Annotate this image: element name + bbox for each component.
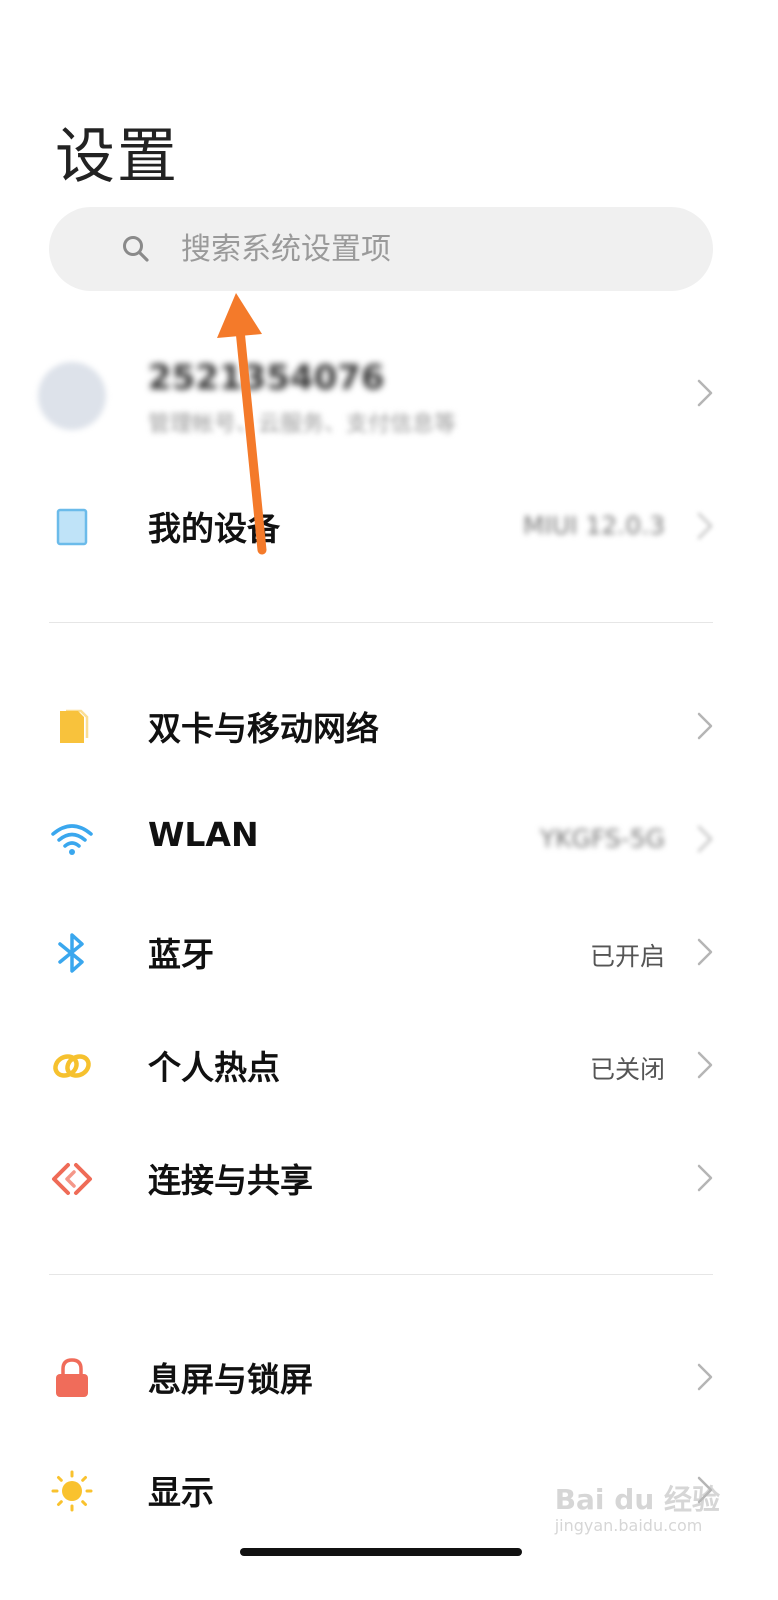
divider [49,622,713,623]
account-name: 2521354076 [148,358,385,398]
bluetooth-icon [58,933,84,973]
lock-icon [56,1358,88,1397]
share-icon [52,1163,92,1195]
sim-mobile-network-row[interactable]: 双卡与移动网络 [0,678,778,768]
bluetooth-status: 已开启 [589,942,665,971]
lock-screen-row[interactable]: 息屏与锁屏 [0,1329,778,1419]
hotspot-status: 已关闭 [589,1055,665,1084]
chevron-right-icon [697,379,713,407]
my-device-label: 我的设备 [148,509,280,548]
chevron-right-icon [697,1363,713,1391]
chevron-right-icon [697,1164,713,1192]
wlan-row[interactable]: WLAN YKGFS-5G [0,791,778,881]
watermark-url: jingyan.baidu.com [554,1516,703,1535]
search-input[interactable] [179,218,683,280]
sun-icon [51,1470,93,1512]
my-device-version: MIUI 12.0.3 [522,511,665,540]
divider [49,1274,713,1275]
settings-page: 设置 2521354076 管理帐号、云服务、支付信息等 我的设备 MIUI 1… [0,0,778,1600]
bluetooth-row[interactable]: 蓝牙 已开启 [0,904,778,994]
chevron-right-icon [697,1051,713,1079]
display-label: 显示 [148,1473,214,1512]
wlan-label: WLAN [148,815,259,854]
watermark-brand: Bai du 经验 [554,1483,720,1516]
connection-sharing-label: 连接与共享 [148,1161,313,1200]
search-bar[interactable] [49,207,713,291]
chevron-right-icon [697,938,713,966]
bluetooth-label: 蓝牙 [148,935,214,974]
device-icon [56,508,88,546]
wifi-icon [51,824,93,855]
home-indicator[interactable] [240,1548,522,1556]
account-row[interactable]: 2521354076 管理帐号、云服务、支付信息等 [0,340,778,450]
chevron-right-icon [697,825,713,853]
page-title: 设置 [55,122,179,192]
account-subtitle: 管理帐号、云服务、支付信息等 [148,412,457,437]
lock-screen-label: 息屏与锁屏 [148,1360,313,1399]
sim-mobile-network-label: 双卡与移动网络 [148,709,379,748]
chevron-right-icon [697,512,713,540]
my-device-row[interactable]: 我的设备 MIUI 12.0.3 [0,478,778,568]
chevron-right-icon [697,712,713,740]
connection-sharing-row[interactable]: 连接与共享 [0,1130,778,1220]
hotspot-row[interactable]: 个人热点 已关闭 [0,1017,778,1107]
search-icon [121,234,151,264]
baidu-watermark: Bai du 经验 jingyan.baidu.com [555,1478,720,1535]
wlan-network-name: YKGFS-5G [539,824,665,853]
hotspot-icon [53,1054,91,1078]
hotspot-label: 个人热点 [148,1048,280,1087]
avatar [38,362,106,430]
sim-card-icon [60,709,89,743]
